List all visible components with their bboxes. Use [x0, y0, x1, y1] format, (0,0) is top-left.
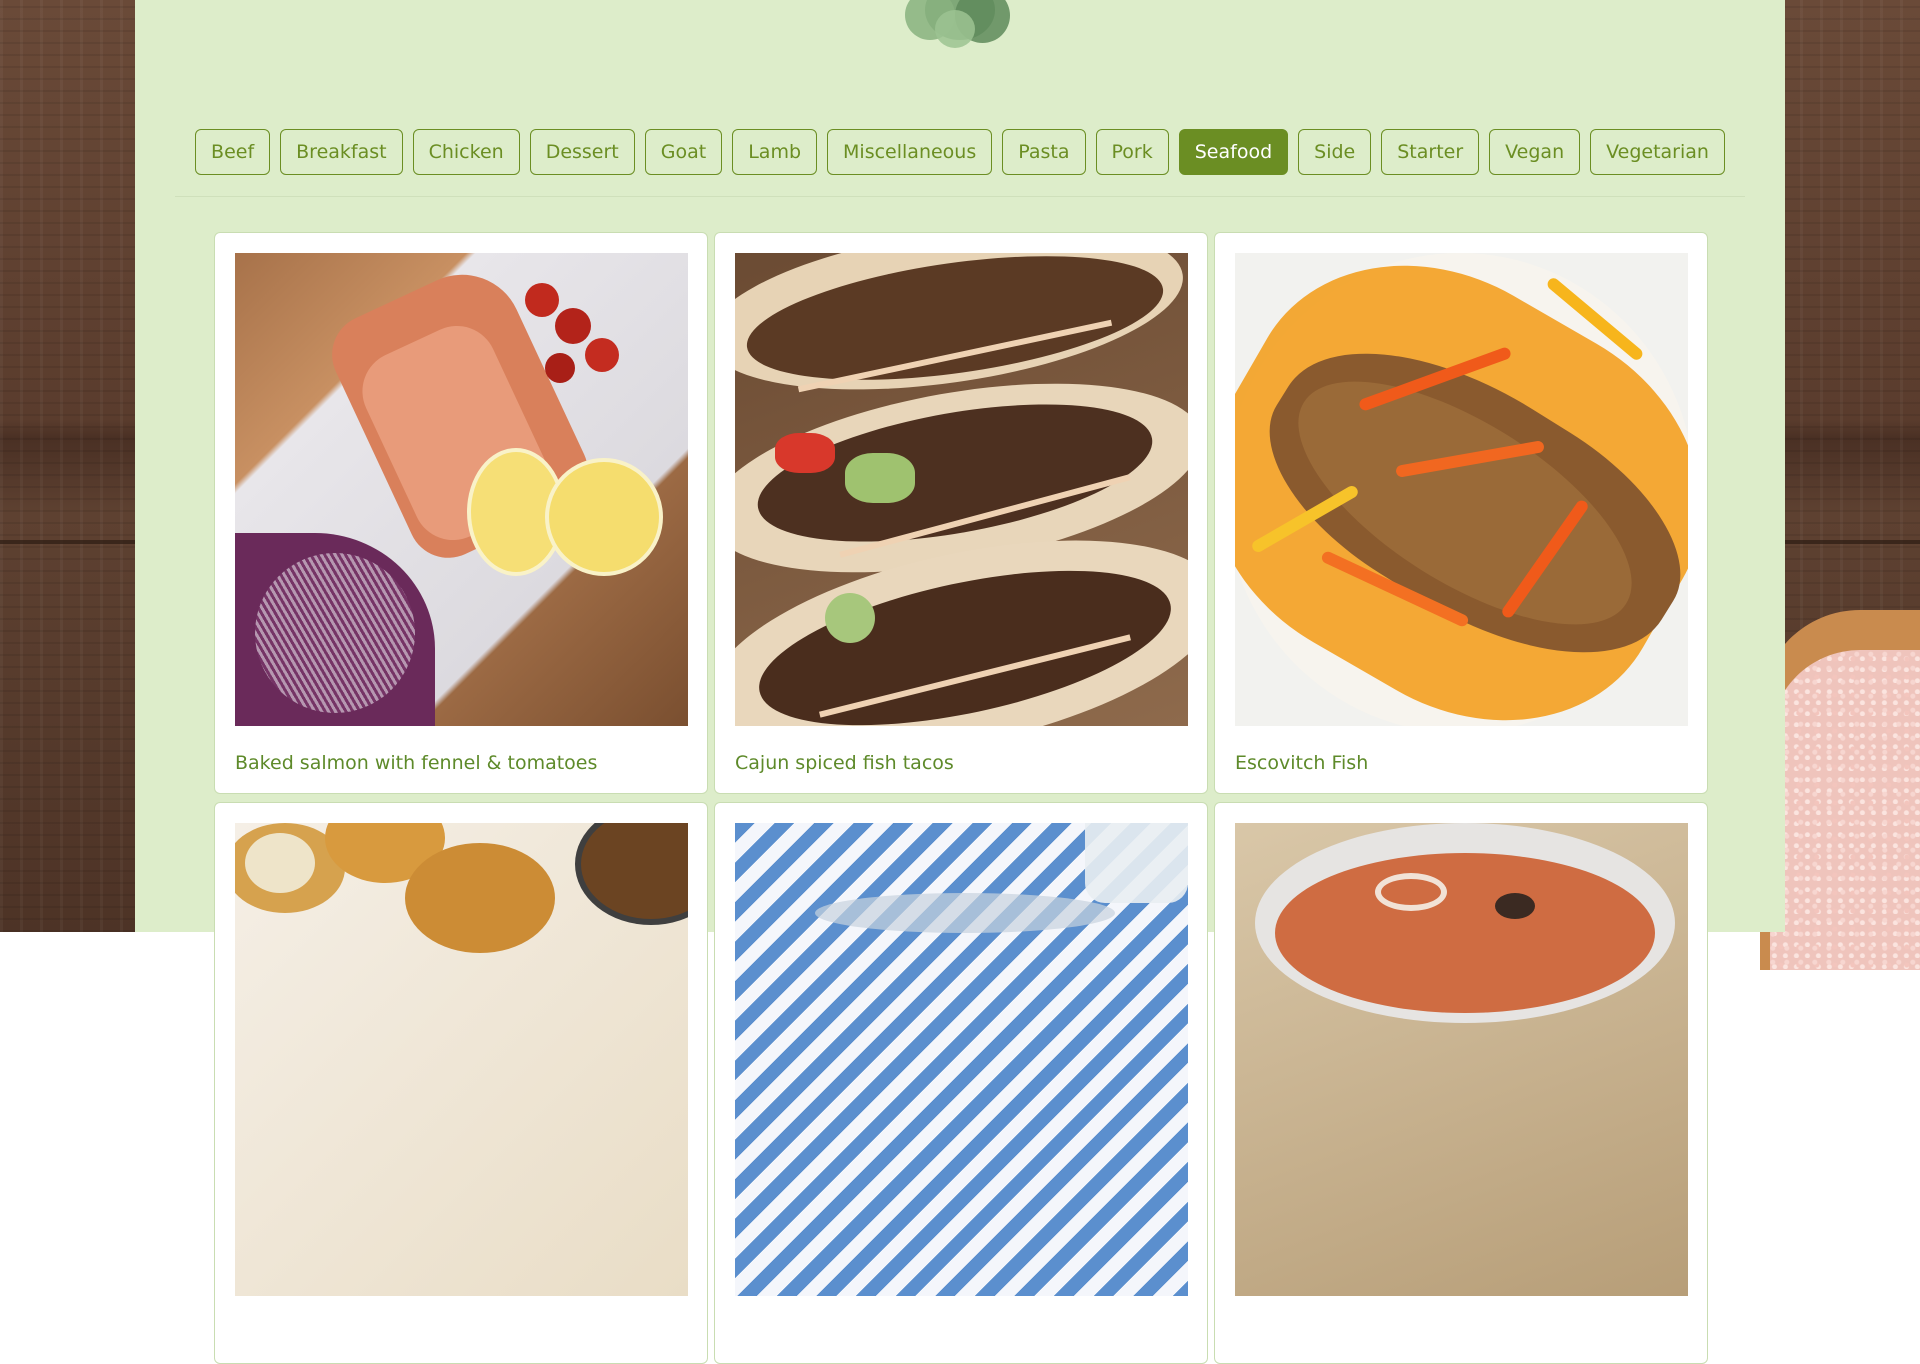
- category-button-vegan[interactable]: Vegan: [1489, 129, 1581, 175]
- category-button-seafood[interactable]: Seafood: [1178, 129, 1289, 175]
- category-button-starter[interactable]: Starter: [1381, 129, 1480, 175]
- fish-croquettes-photo[interactable]: [235, 823, 688, 1296]
- category-button-pasta[interactable]: Pasta: [1002, 129, 1086, 175]
- meal-title[interactable]: Cajun spiced fish tacos: [735, 752, 1187, 774]
- category-button-breakfast[interactable]: Breakfast: [280, 129, 403, 175]
- meal-title[interactable]: Baked salmon with fennel & tomatoes: [235, 752, 687, 774]
- meal-card[interactable]: [714, 802, 1208, 1364]
- category-filter-bar: Beef Breakfast Chicken Dessert Goat Lamb Misce…: [195, 129, 1725, 175]
- seafood-soup-photo[interactable]: [1235, 823, 1688, 1296]
- category-button-miscellaneous[interactable]: Miscellaneous: [827, 129, 993, 175]
- category-button-beef[interactable]: Beef: [195, 129, 271, 175]
- category-button-pork[interactable]: Pork: [1095, 129, 1169, 175]
- meal-card[interactable]: [1214, 802, 1708, 1364]
- fish-tacos-photo[interactable]: [735, 253, 1188, 726]
- meal-grid: Baked salmon with fennel & tomatoes Caju…: [214, 232, 1711, 1364]
- main-panel: Beef Breakfast Chicken Dessert Goat Lamb Misce…: [135, 0, 1785, 1364]
- category-button-goat[interactable]: Goat: [644, 129, 723, 175]
- escovitch-fish-photo[interactable]: [1235, 253, 1688, 726]
- meal-card[interactable]: Cajun spiced fish tacos: [714, 232, 1208, 794]
- category-button-vegetarian[interactable]: Vegetarian: [1590, 129, 1725, 175]
- category-button-side[interactable]: Side: [1298, 129, 1372, 175]
- meal-card[interactable]: Escovitch Fish: [1214, 232, 1708, 794]
- category-button-chicken[interactable]: Chicken: [412, 129, 520, 175]
- divider: [175, 196, 1745, 197]
- meal-card[interactable]: [214, 802, 708, 1364]
- lettuce-logo-icon: [895, 0, 1025, 58]
- baked-salmon-photo[interactable]: [235, 253, 688, 726]
- pink-salt-decoration: [1770, 650, 1920, 970]
- meal-card[interactable]: Baked salmon with fennel & tomatoes: [214, 232, 708, 794]
- striped-cloth-dish-photo[interactable]: [735, 823, 1188, 1296]
- category-button-dessert[interactable]: Dessert: [529, 129, 635, 175]
- category-button-lamb[interactable]: Lamb: [732, 129, 818, 175]
- meal-title[interactable]: Escovitch Fish: [1235, 752, 1687, 774]
